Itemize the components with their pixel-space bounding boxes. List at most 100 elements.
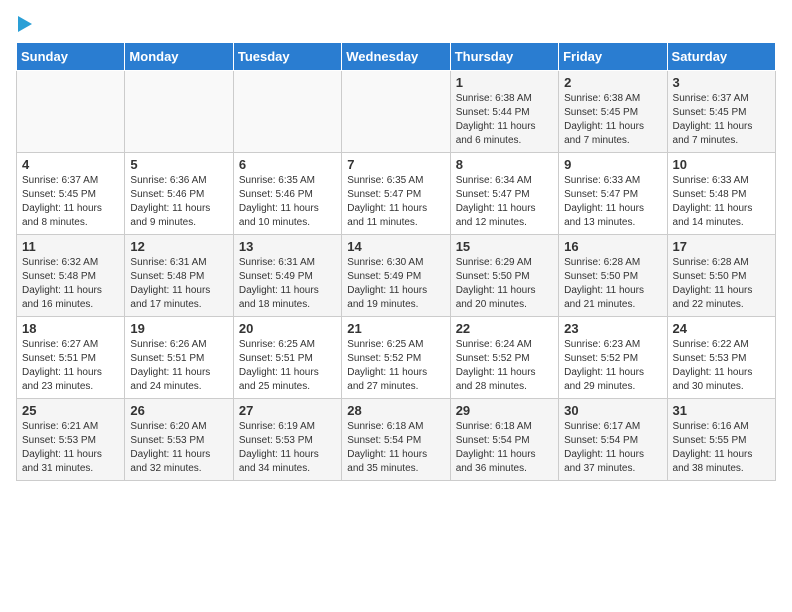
calendar-day-header: Wednesday xyxy=(342,43,450,71)
day-number: 3 xyxy=(673,75,770,90)
day-info: Sunrise: 6:36 AMSunset: 5:46 PMDaylight:… xyxy=(130,174,227,230)
day-number: 22 xyxy=(456,321,553,336)
calendar-cell: 22 Sunrise: 6:24 AMSunset: 5:52 PMDayligh… xyxy=(450,317,558,399)
day-info: Sunrise: 6:37 AMSunset: 5:45 PMDaylight:… xyxy=(673,92,770,148)
day-number: 9 xyxy=(564,157,661,172)
calendar-cell xyxy=(233,71,341,153)
calendar-cell: 3 Sunrise: 6:37 AMSunset: 5:45 PMDaylight… xyxy=(667,71,775,153)
calendar-week-row: 1Sunrise: 6:38 AMSunset: 5:44 PMDaylight… xyxy=(17,71,776,153)
day-info: Sunrise: 6:33 AMSunset: 5:47 PMDaylight:… xyxy=(564,174,661,230)
calendar-day-header: Thursday xyxy=(450,43,558,71)
calendar-cell: 29 Sunrise: 6:18 AMSunset: 5:54 PMDayligh… xyxy=(450,399,558,481)
calendar-cell: 23 Sunrise: 6:23 AMSunset: 5:52 PMDayligh… xyxy=(559,317,667,399)
calendar-cell: 12Sunrise: 6:31 AMSunset: 5:48 PMDayligh… xyxy=(125,235,233,317)
calendar-cell: 11 Sunrise: 6:32 AMSunset: 5:48 PMDayligh… xyxy=(17,235,125,317)
day-number: 7 xyxy=(347,157,444,172)
day-number: 23 xyxy=(564,321,661,336)
calendar-cell: 20 Sunrise: 6:25 AMSunset: 5:51 PMDayligh… xyxy=(233,317,341,399)
day-info: Sunrise: 6:27 AMSunset: 5:51 PMDaylight:… xyxy=(22,338,119,394)
calendar-week-row: 4 Sunrise: 6:37 AMSunset: 5:45 PMDaylight… xyxy=(17,153,776,235)
calendar-cell: 9 Sunrise: 6:33 AMSunset: 5:47 PMDaylight… xyxy=(559,153,667,235)
day-number: 4 xyxy=(22,157,119,172)
calendar-cell: 27 Sunrise: 6:19 AMSunset: 5:53 PMDayligh… xyxy=(233,399,341,481)
calendar-cell xyxy=(17,71,125,153)
day-number: 16 xyxy=(564,239,661,254)
day-info: Sunrise: 6:35 AMSunset: 5:47 PMDaylight:… xyxy=(347,174,444,230)
day-info: Sunrise: 6:21 AMSunset: 5:53 PMDaylight:… xyxy=(22,420,119,476)
calendar-cell: 6 Sunrise: 6:35 AMSunset: 5:46 PMDaylight… xyxy=(233,153,341,235)
calendar-week-row: 18 Sunrise: 6:27 AMSunset: 5:51 PMDayligh… xyxy=(17,317,776,399)
day-number: 18 xyxy=(22,321,119,336)
day-info: Sunrise: 6:29 AMSunset: 5:50 PMDaylight:… xyxy=(456,256,553,312)
day-number: 17 xyxy=(673,239,770,254)
day-number: 1 xyxy=(456,75,553,90)
calendar-cell: 5Sunrise: 6:36 AMSunset: 5:46 PMDaylight… xyxy=(125,153,233,235)
calendar-week-row: 11 Sunrise: 6:32 AMSunset: 5:48 PMDayligh… xyxy=(17,235,776,317)
day-number: 11 xyxy=(22,239,119,254)
day-info: Sunrise: 6:16 AMSunset: 5:55 PMDaylight:… xyxy=(673,420,770,476)
day-number: 10 xyxy=(673,157,770,172)
calendar-cell: 26 Sunrise: 6:20 AMSunset: 5:53 PMDayligh… xyxy=(125,399,233,481)
day-number: 31 xyxy=(673,403,770,418)
calendar-day-header: Saturday xyxy=(667,43,775,71)
day-number: 14 xyxy=(347,239,444,254)
calendar-cell: 14Sunrise: 6:30 AMSunset: 5:49 PMDayligh… xyxy=(342,235,450,317)
day-number: 26 xyxy=(130,403,227,418)
calendar-cell xyxy=(342,71,450,153)
calendar-header-row: SundayMondayTuesdayWednesdayThursdayFrid… xyxy=(17,43,776,71)
day-number: 21 xyxy=(347,321,444,336)
day-number: 6 xyxy=(239,157,336,172)
calendar-cell: 19Sunrise: 6:26 AMSunset: 5:51 PMDayligh… xyxy=(125,317,233,399)
calendar-cell: 21Sunrise: 6:25 AMSunset: 5:52 PMDayligh… xyxy=(342,317,450,399)
day-number: 12 xyxy=(130,239,227,254)
day-number: 20 xyxy=(239,321,336,336)
logo xyxy=(16,16,32,32)
day-info: Sunrise: 6:18 AMSunset: 5:54 PMDaylight:… xyxy=(456,420,553,476)
calendar-cell: 25 Sunrise: 6:21 AMSunset: 5:53 PMDayligh… xyxy=(17,399,125,481)
calendar-cell: 7 Sunrise: 6:35 AMSunset: 5:47 PMDaylight… xyxy=(342,153,450,235)
logo-arrow-icon xyxy=(18,16,32,32)
calendar-day-header: Friday xyxy=(559,43,667,71)
day-info: Sunrise: 6:33 AMSunset: 5:48 PMDaylight:… xyxy=(673,174,770,230)
calendar-cell: 16 Sunrise: 6:28 AMSunset: 5:50 PMDayligh… xyxy=(559,235,667,317)
day-info: Sunrise: 6:17 AMSunset: 5:54 PMDaylight:… xyxy=(564,420,661,476)
day-number: 24 xyxy=(673,321,770,336)
calendar-week-row: 25 Sunrise: 6:21 AMSunset: 5:53 PMDayligh… xyxy=(17,399,776,481)
day-info: Sunrise: 6:37 AMSunset: 5:45 PMDaylight:… xyxy=(22,174,119,230)
day-info: Sunrise: 6:28 AMSunset: 5:50 PMDaylight:… xyxy=(564,256,661,312)
day-info: Sunrise: 6:20 AMSunset: 5:53 PMDaylight:… xyxy=(130,420,227,476)
calendar-cell: 17 Sunrise: 6:28 AMSunset: 5:50 PMDayligh… xyxy=(667,235,775,317)
day-info: Sunrise: 6:24 AMSunset: 5:52 PMDaylight:… xyxy=(456,338,553,394)
calendar-day-header: Monday xyxy=(125,43,233,71)
day-info: Sunrise: 6:32 AMSunset: 5:48 PMDaylight:… xyxy=(22,256,119,312)
calendar-cell: 8 Sunrise: 6:34 AMSunset: 5:47 PMDaylight… xyxy=(450,153,558,235)
calendar-cell: 10 Sunrise: 6:33 AMSunset: 5:48 PMDayligh… xyxy=(667,153,775,235)
calendar-cell: 4 Sunrise: 6:37 AMSunset: 5:45 PMDaylight… xyxy=(17,153,125,235)
day-number: 19 xyxy=(130,321,227,336)
day-number: 29 xyxy=(456,403,553,418)
calendar-table: SundayMondayTuesdayWednesdayThursdayFrid… xyxy=(16,42,776,481)
day-info: Sunrise: 6:28 AMSunset: 5:50 PMDaylight:… xyxy=(673,256,770,312)
day-info: Sunrise: 6:19 AMSunset: 5:53 PMDaylight:… xyxy=(239,420,336,476)
day-info: Sunrise: 6:38 AMSunset: 5:45 PMDaylight:… xyxy=(564,92,661,148)
day-info: Sunrise: 6:25 AMSunset: 5:51 PMDaylight:… xyxy=(239,338,336,394)
calendar-cell: 1Sunrise: 6:38 AMSunset: 5:44 PMDaylight… xyxy=(450,71,558,153)
calendar-cell xyxy=(125,71,233,153)
day-info: Sunrise: 6:34 AMSunset: 5:47 PMDaylight:… xyxy=(456,174,553,230)
day-info: Sunrise: 6:22 AMSunset: 5:53 PMDaylight:… xyxy=(673,338,770,394)
calendar-cell: 31 Sunrise: 6:16 AMSunset: 5:55 PMDayligh… xyxy=(667,399,775,481)
calendar-cell: 13Sunrise: 6:31 AMSunset: 5:49 PMDayligh… xyxy=(233,235,341,317)
page-header xyxy=(16,16,776,32)
calendar-cell: 18 Sunrise: 6:27 AMSunset: 5:51 PMDayligh… xyxy=(17,317,125,399)
day-info: Sunrise: 6:35 AMSunset: 5:46 PMDaylight:… xyxy=(239,174,336,230)
day-number: 28 xyxy=(347,403,444,418)
day-number: 15 xyxy=(456,239,553,254)
calendar-cell: 28Sunrise: 6:18 AMSunset: 5:54 PMDayligh… xyxy=(342,399,450,481)
calendar-day-header: Sunday xyxy=(17,43,125,71)
day-number: 27 xyxy=(239,403,336,418)
day-number: 30 xyxy=(564,403,661,418)
day-number: 13 xyxy=(239,239,336,254)
day-number: 8 xyxy=(456,157,553,172)
day-info: Sunrise: 6:23 AMSunset: 5:52 PMDaylight:… xyxy=(564,338,661,394)
day-number: 25 xyxy=(22,403,119,418)
